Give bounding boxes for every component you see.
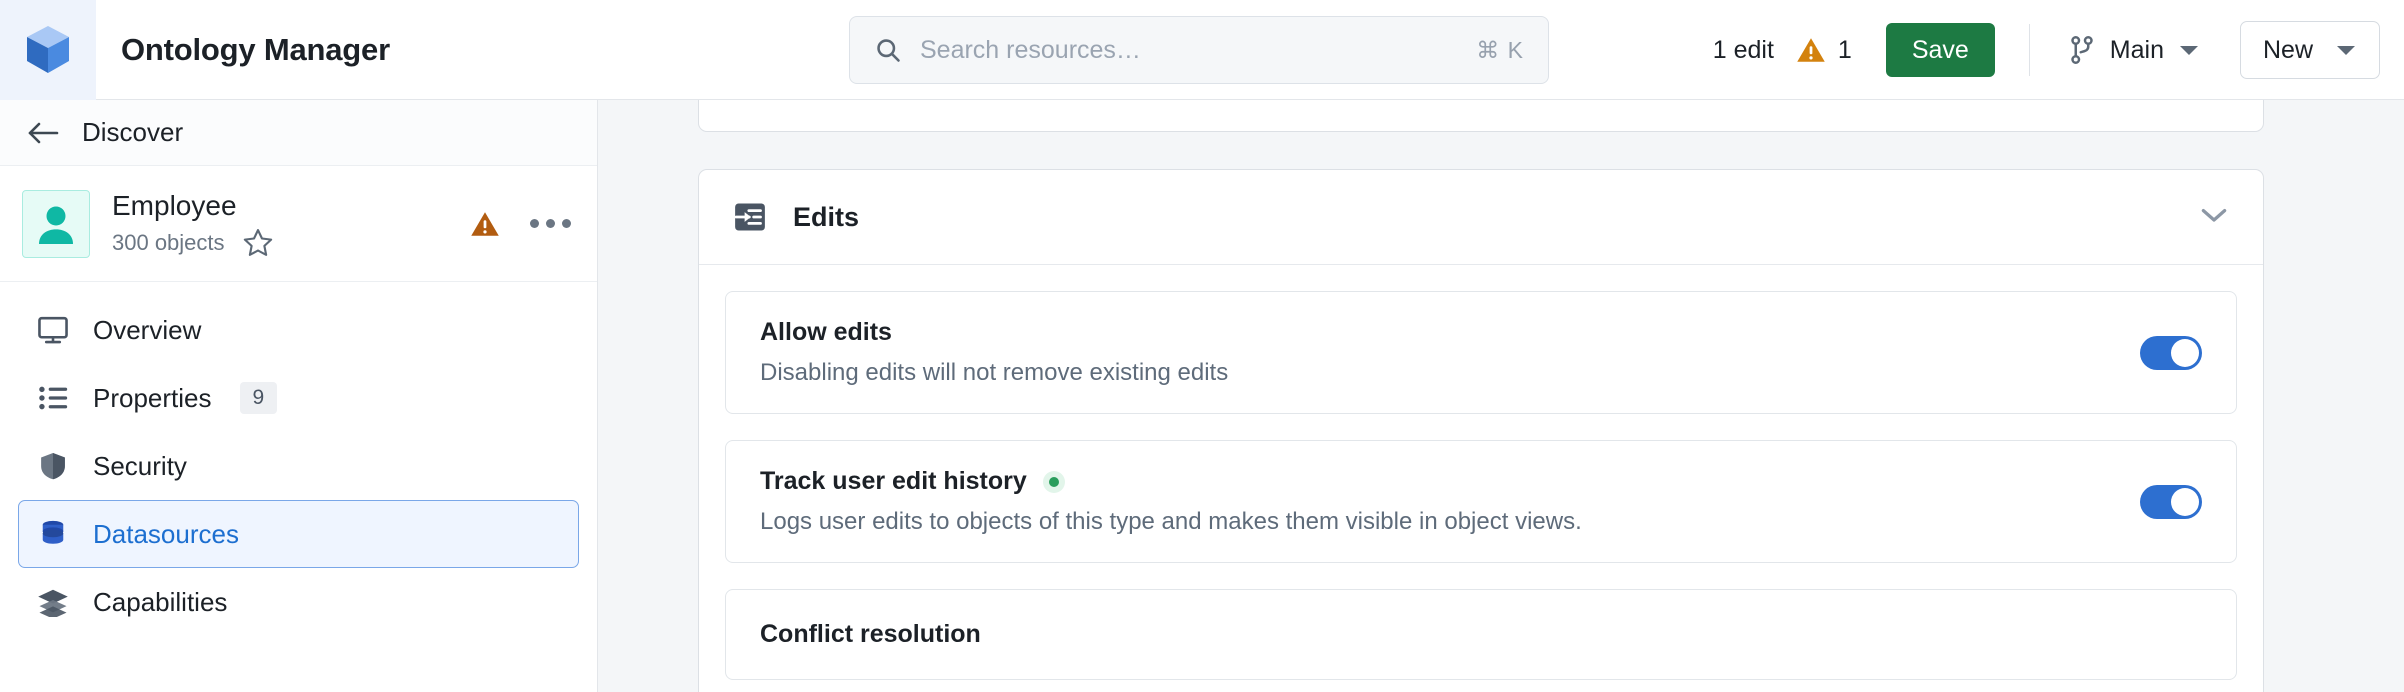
body: Discover Employee 300 objects Overview P… [0, 100, 2404, 692]
monitor-icon [38, 316, 68, 344]
avatar [22, 189, 90, 258]
sidebar-item-label: Security [93, 450, 187, 481]
status-badge [1042, 470, 1065, 493]
back-to-discover[interactable]: Discover [0, 100, 597, 166]
branch-selector[interactable]: Main [2064, 29, 2204, 71]
person-icon [39, 206, 73, 244]
sidebar-item-label: Overview [93, 314, 202, 345]
app-logo[interactable] [0, 0, 96, 100]
sidebar-item-security[interactable]: Security [18, 432, 579, 500]
database-icon [42, 520, 64, 544]
branch-label: Main [2109, 35, 2164, 64]
sidebar-nav: Overview Properties 9 Security Datasourc… [0, 282, 597, 636]
setting-texts: Allow edits Disabling edits will not rem… [760, 318, 2140, 387]
setting-title-line: Track user edit history [760, 467, 2140, 496]
warning-triangle-icon [1797, 38, 1825, 62]
entity-name: Employee [112, 190, 237, 221]
edits-card-title: Edits [793, 201, 860, 232]
setting-title: Track user edit history [760, 467, 1027, 495]
sidebar-item-label: Properties [93, 382, 212, 413]
properties-count-badge: 9 [239, 382, 278, 414]
new-button-label: New [2262, 35, 2313, 64]
new-button[interactable]: New [2239, 21, 2380, 79]
previous-card-partial [698, 100, 2264, 132]
track-user-edit-history-toggle[interactable] [2140, 484, 2202, 519]
toggle-knob [2171, 338, 2199, 367]
setting-allow-edits: Allow edits Disabling edits will not rem… [725, 291, 2237, 414]
sidebar: Discover Employee 300 objects Overview P… [0, 100, 598, 692]
app-title: Ontology Manager [121, 31, 390, 67]
sidebar-item-capabilities[interactable]: Capabilities [18, 568, 579, 636]
top-bar-actions: 1 edit 1 Save Main New [1713, 0, 2380, 100]
cube-icon [27, 25, 69, 73]
edits-collapse-toggle[interactable] [2199, 206, 2229, 229]
setting-description: Logs user edits to objects of this type … [760, 508, 1582, 535]
edits-card-body: Allow edits Disabling edits will not rem… [699, 265, 2263, 692]
layers-icon [38, 589, 68, 617]
setting-description: Disabling edits will not remove existing… [760, 359, 1229, 386]
setting-title: Allow edits [760, 318, 892, 346]
entity-subline: 300 objects [112, 228, 273, 257]
search-shortcut-hint: ⌘ K [1476, 36, 1524, 63]
chevron-down-icon [2201, 208, 2227, 222]
toolbar-divider [2028, 24, 2030, 76]
setting-conflict-resolution: Conflict resolution [725, 589, 2237, 680]
setting-title-line: Allow edits [760, 318, 2140, 347]
toggle-knob [2171, 487, 2199, 516]
search-container: ⌘ K [849, 16, 1549, 84]
star-outline-icon[interactable] [243, 228, 273, 257]
sidebar-item-properties[interactable]: Properties 9 [18, 364, 579, 432]
entity-texts: Employee 300 objects [112, 190, 273, 257]
chevron-down-icon [2179, 46, 2198, 55]
chevron-down-icon [2337, 46, 2355, 55]
search-box[interactable]: ⌘ K [849, 16, 1549, 84]
sidebar-item-overview[interactable]: Overview [18, 296, 579, 364]
setting-texts: Conflict resolution [760, 620, 2202, 649]
search-icon [877, 39, 900, 62]
edits-card-header[interactable]: Edits [699, 170, 2263, 265]
shield-icon [41, 453, 65, 480]
edit-count-label: 1 edit [1712, 35, 1774, 64]
sidebar-item-label: Datasources [93, 518, 239, 549]
git-branch-icon [2071, 36, 2093, 64]
warning-indicator[interactable]: 1 [1796, 36, 1852, 65]
entity-actions [470, 210, 571, 238]
entity-object-count: 300 objects [112, 229, 225, 255]
sidebar-item-datasources[interactable]: Datasources [18, 500, 579, 568]
search-input[interactable] [920, 35, 1459, 65]
main-content: Edits Allow edits Disabling edits will n… [598, 100, 2404, 692]
edits-icon [734, 203, 765, 231]
more-horizontal-icon[interactable] [530, 219, 571, 228]
warning-count: 1 [1837, 35, 1852, 64]
entity-header: Employee 300 objects [0, 166, 597, 282]
setting-title: Conflict resolution [760, 620, 981, 648]
save-button[interactable]: Save [1885, 23, 1995, 77]
warning-triangle-icon[interactable] [470, 210, 500, 238]
setting-track-user-edit-history: Track user edit history Logs user edits … [725, 440, 2237, 563]
top-bar: Ontology Manager ⌘ K 1 edit 1 Save [0, 0, 2404, 100]
edits-card: Edits Allow edits Disabling edits will n… [698, 169, 2264, 692]
arrow-left-icon [28, 122, 59, 143]
list-icon [39, 386, 68, 410]
discover-label: Discover [82, 117, 184, 147]
allow-edits-toggle[interactable] [2140, 335, 2202, 370]
setting-texts: Track user edit history Logs user edits … [760, 467, 2140, 536]
sidebar-item-label: Capabilities [93, 586, 228, 617]
